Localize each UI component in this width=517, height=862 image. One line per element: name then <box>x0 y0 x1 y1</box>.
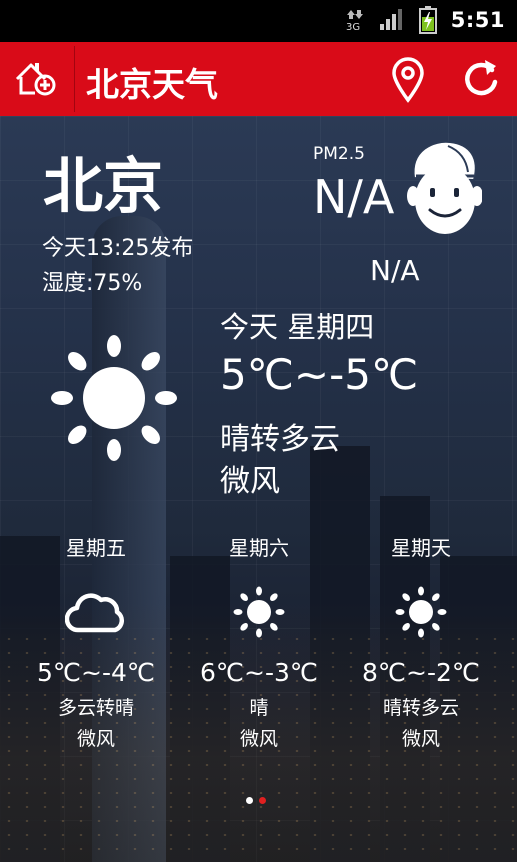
sun-icon <box>395 586 447 638</box>
refresh-button[interactable] <box>458 56 504 102</box>
status-bar: 3G 5:51 <box>0 0 517 42</box>
forecast-weather: 多云转晴 <box>57 697 134 719</box>
forecast-day-2: 星期六 6℃~-3℃ 晴 微风 <box>189 532 329 751</box>
forecast-day-3: 星期天 8℃~-2℃ 晴转多云 微风 <box>351 532 491 751</box>
location-pin-icon <box>392 57 424 103</box>
locate-button[interactable] <box>386 54 430 104</box>
today-day: 今天 星期四 <box>220 310 375 344</box>
forecast-wind: 微风 <box>76 728 115 750</box>
forecast-day-1: 星期五 5℃~-4℃ 多云转晴 微风 <box>26 532 166 751</box>
sun-icon <box>51 335 177 461</box>
forecast-day-name: 星期天 <box>391 536 451 560</box>
clock-time: 5:51 <box>450 8 505 32</box>
home-add-icon <box>15 63 56 96</box>
sun-icon <box>233 586 285 638</box>
app-title: 北京天气 <box>86 65 218 104</box>
air-quality-text: N/A <box>370 254 420 287</box>
air-quality-face-icon <box>407 140 482 234</box>
forecast-weather: 晴 <box>249 697 269 719</box>
today-wind: 微风 <box>220 464 280 499</box>
add-city-button[interactable] <box>12 56 60 102</box>
pm25-value: N/A <box>313 170 395 224</box>
network-3g-icon: 3G <box>346 10 363 32</box>
forecast-day-name: 星期五 <box>66 536 126 560</box>
humidity: 湿度:75% <box>42 271 143 296</box>
page-dot-1[interactable] <box>246 797 253 804</box>
forecast-temperature: 5℃~-4℃ <box>37 658 155 687</box>
forecast-wind: 微风 <box>401 728 440 750</box>
forecast-weather: 晴转多云 <box>382 697 459 719</box>
battery-charging-icon <box>418 6 437 34</box>
page-indicator[interactable] <box>246 797 266 804</box>
title-divider <box>74 46 75 112</box>
refresh-icon <box>465 60 498 96</box>
forecast-wind: 微风 <box>239 728 278 750</box>
app-title-bar: 北京天气 <box>0 42 517 116</box>
publish-time: 今天13:25发布 <box>42 236 194 261</box>
svg-text:3G: 3G <box>346 22 360 32</box>
forecast-temperature: 8℃~-2℃ <box>362 658 480 687</box>
signal-strength-icon <box>379 9 402 30</box>
today-temperature: 5℃~-5℃ <box>220 350 419 399</box>
forecast-day-name: 星期六 <box>229 536 289 560</box>
city-name: 北京 <box>43 152 163 222</box>
app-screen: 3G 5:51 北京天气 北京 今天13:25发布 湿度:75% PM2.5 N… <box>0 0 517 862</box>
page-dot-2[interactable] <box>259 797 266 804</box>
forecast-temperature: 6℃~-3℃ <box>200 658 318 687</box>
cloud-icon <box>65 593 125 633</box>
today-weather: 晴转多云 <box>220 422 340 457</box>
pm25-label: PM2.5 <box>313 144 365 164</box>
